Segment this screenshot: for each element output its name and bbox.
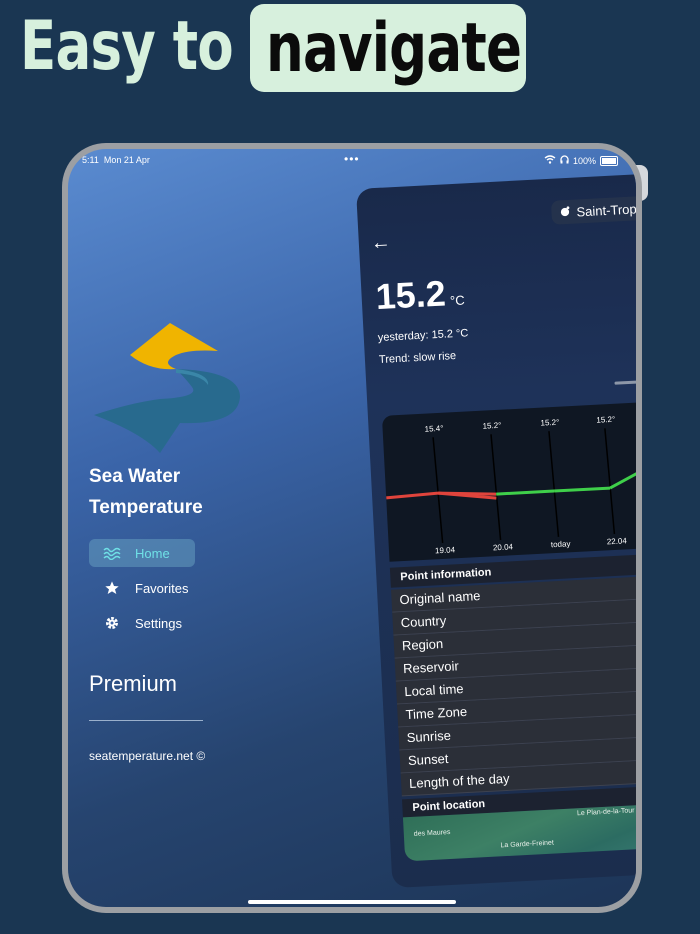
map-label: Le Plan-de-la-Tour	[576, 807, 635, 818]
yesterday-temperature: yesterday: 15.2 °C	[377, 327, 469, 345]
sheet-handle[interactable]	[614, 379, 636, 385]
current-temperature: 15.2 °C	[374, 272, 466, 318]
star-icon	[101, 580, 123, 596]
website-link[interactable]: seatemperature.net ©	[89, 749, 205, 763]
location-pin-icon	[559, 204, 571, 220]
premium-link[interactable]: Premium	[89, 671, 177, 697]
waves-icon	[101, 546, 123, 560]
headline-highlight: navigate	[250, 4, 526, 92]
point-information-list: Original name Country Region Reservoir Local…	[391, 574, 636, 797]
headline-highlight-text: navigate	[266, 8, 522, 88]
chart-value-label: 15.2°	[540, 418, 559, 428]
headline-text: Easy to	[20, 6, 234, 86]
home-indicator[interactable]	[248, 900, 456, 904]
trend-text: Trend: slow rise	[378, 349, 457, 367]
gear-icon	[101, 615, 123, 631]
sidebar-nav: Home Favorites Settings	[89, 539, 289, 644]
sidebar-item-favorites[interactable]: Favorites	[89, 574, 195, 602]
temperature-chart: 15.4° 19.04 15.2° 20.04 15.2° today 15.2° 22.04	[381, 400, 636, 562]
temperature-chart-svg: 15.4° 19.04 15.2° 20.04 15.2° today 15.2° 22.04	[386, 415, 636, 555]
sidebar-item-home[interactable]: Home	[89, 539, 195, 567]
app-logo	[94, 323, 240, 453]
chart-marker-line	[604, 428, 616, 535]
tablet-frame: 5:11 Mon 21 Apr ••• 100% Sea Water Tempe…	[62, 143, 642, 913]
headphones-icon	[560, 155, 569, 166]
chart-value-label: 15.2°	[482, 421, 501, 431]
chart-segment	[609, 462, 636, 490]
status-bar: 5:11 Mon 21 Apr ••• 100%	[68, 152, 636, 171]
map-label: des Maures	[413, 828, 451, 838]
chart-marker-line	[432, 437, 444, 544]
map-label: La Garde-Freinet	[500, 839, 554, 850]
chart-segment	[437, 491, 497, 500]
chart-value-label: 15.4°	[424, 424, 443, 434]
sidebar-item-settings[interactable]: Settings	[89, 609, 195, 637]
chart-x-tick-label: today	[551, 539, 571, 549]
status-icons: 100%	[544, 155, 618, 166]
chart-value-label: 15.2°	[596, 415, 615, 425]
chart-segment	[554, 486, 611, 493]
chart-x-tick-label: 19.04	[435, 545, 456, 555]
chart-x-tick-label: 22.04	[607, 536, 628, 546]
status-time: 5:11 Mon 21 Apr	[82, 155, 150, 165]
chart-x-tick-label: 20.04	[493, 542, 514, 552]
battery-percent: 100%	[572, 155, 596, 166]
chart-segment	[386, 491, 439, 500]
headline: Easy to navigate	[20, 0, 526, 92]
tablet-screen: 5:11 Mon 21 Apr ••• 100% Sea Water Tempe…	[68, 149, 636, 907]
chart-marker-line	[490, 434, 502, 540]
battery-icon	[600, 155, 618, 166]
location-chip[interactable]: Saint-Trope	[550, 195, 636, 225]
chart-segment	[496, 489, 555, 496]
app-title: Sea Water Temperature	[89, 466, 203, 518]
wifi-icon	[544, 155, 556, 166]
divider	[89, 720, 203, 721]
back-arrow-icon[interactable]: ←	[370, 231, 391, 255]
detail-panel: ← Saint-Trope 15.2 °C yesterday: 15.2 °C …	[356, 173, 636, 889]
multitask-dots-icon[interactable]: •••	[344, 152, 360, 166]
chart-marker-line	[548, 431, 560, 537]
